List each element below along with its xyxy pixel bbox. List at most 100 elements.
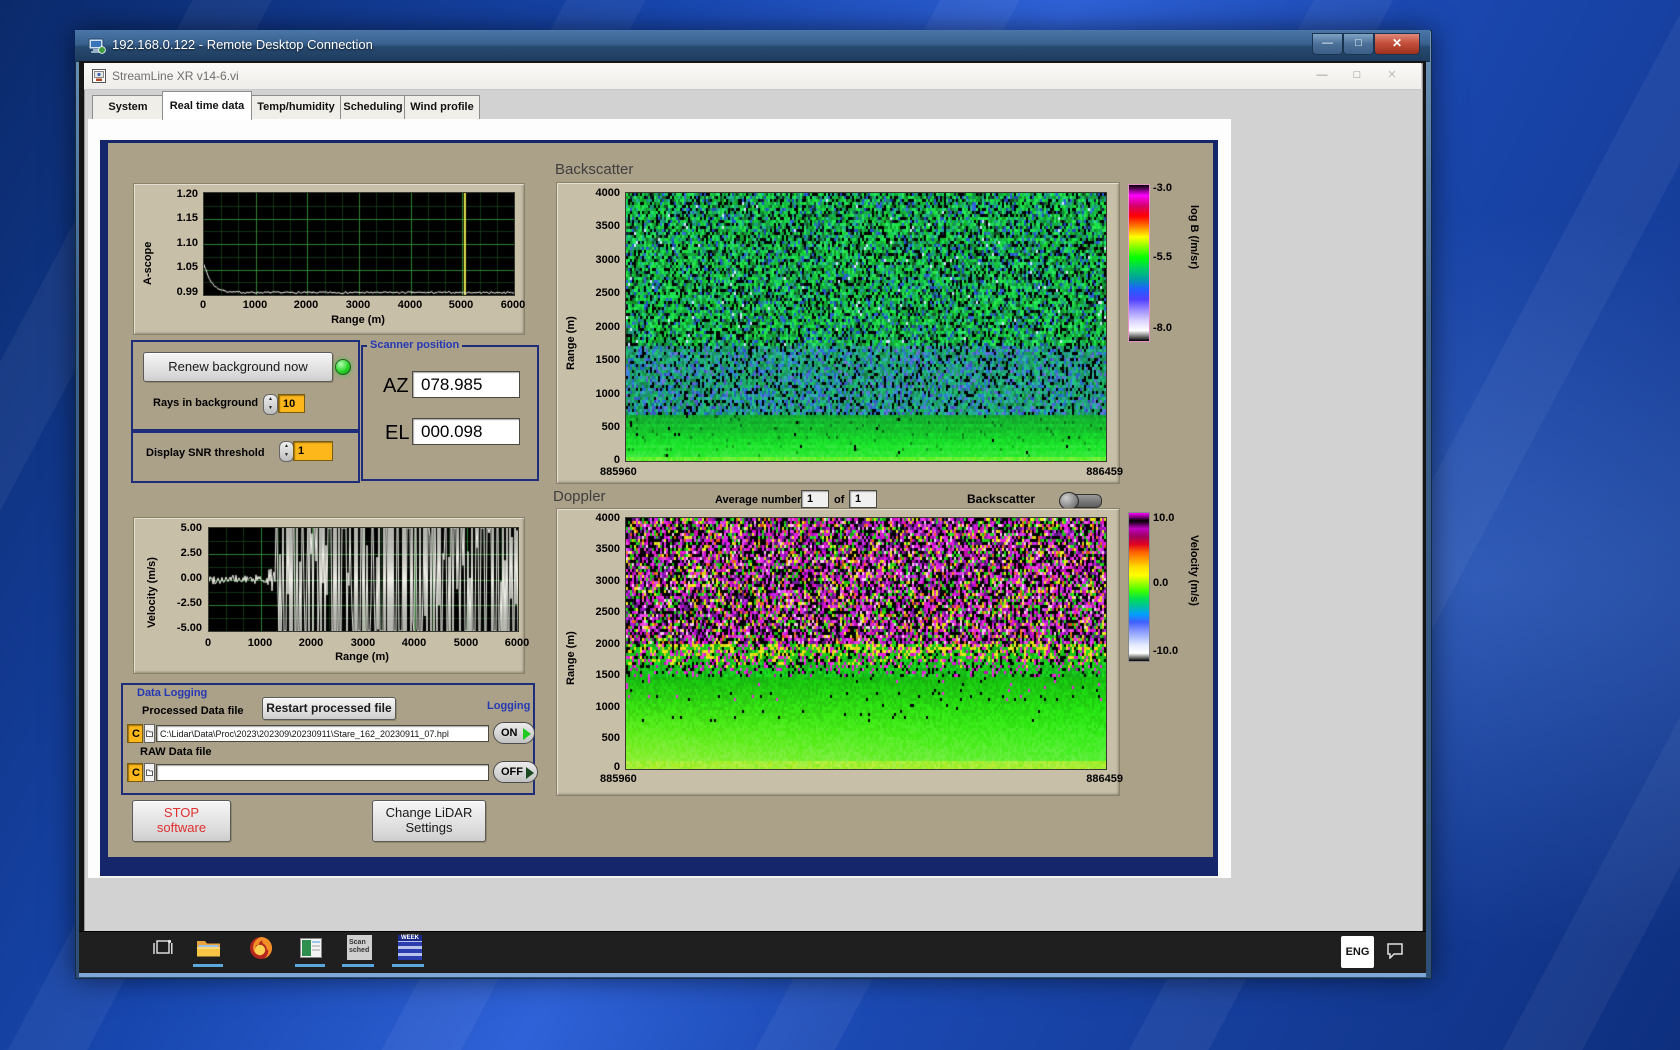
velocity-xtick: 2000 <box>298 637 324 649</box>
backscatter-ytick: 2000 <box>595 321 620 333</box>
doppler-ytick: 1000 <box>595 701 620 713</box>
ascope-ylabel: A-scope <box>142 241 154 285</box>
data-logging-title: Data Logging <box>137 687 208 699</box>
scan-icon-text1: Scan <box>349 939 366 946</box>
streamline-titlebar[interactable] <box>84 63 1421 90</box>
task-view-icon[interactable] <box>153 938 173 958</box>
backscatter-x-right: 886459 <box>1086 466 1123 478</box>
streamline-close-button[interactable]: ✕ <box>1377 66 1407 85</box>
processed-drive-button[interactable]: C <box>127 724 143 743</box>
doppler-ytick: 3500 <box>595 543 620 555</box>
velocity-xtick: 1000 <box>247 637 273 649</box>
doppler-ylabel: Range (m) <box>565 631 577 685</box>
raw-drive-button[interactable]: C <box>127 763 143 782</box>
backscatter-ytick: 0 <box>613 454 620 466</box>
tab-temp-humidity[interactable]: Temp/humidity <box>250 95 342 121</box>
change-lidar-settings-button[interactable]: Change LiDAR Settings <box>372 800 486 842</box>
change-button-line2: Settings <box>405 820 453 835</box>
snr-spinner[interactable]: ▲ ▼ <box>279 441 294 462</box>
of-label: of <box>834 494 845 506</box>
velocity-xtick: 3000 <box>350 637 376 649</box>
doppler-plot <box>625 517 1107 770</box>
processed-browse-button[interactable] <box>144 724 155 743</box>
backscatter-plot <box>625 192 1107 462</box>
velocity-ytick: 2.50 <box>180 547 202 559</box>
velocity-ylabel: Velocity (m/s) <box>146 557 158 628</box>
on-label: ON <box>501 727 518 739</box>
backscatter-cb-tick: -8.0 <box>1153 322 1172 334</box>
velocity-xtick: 0 <box>204 637 212 649</box>
panel-bottom-highlight <box>100 876 1218 878</box>
firefox-icon[interactable] <box>249 936 273 960</box>
scanner-position-box <box>361 345 539 481</box>
processed-path-field[interactable]: C:\Lidar\Data\Proc\2023\202309\20230911\… <box>156 725 489 742</box>
logging-label: Logging <box>487 700 531 712</box>
off-label: OFF <box>501 766 523 778</box>
backscatter-cb-tick: -5.5 <box>1153 251 1172 263</box>
raw-path-field[interactable] <box>156 764 489 781</box>
streamline-minimize-button[interactable]: — <box>1307 66 1337 85</box>
decrement-icon[interactable]: ▼ <box>268 405 273 411</box>
folder-browse-icon <box>146 730 153 737</box>
taskbar-running-indicator <box>342 964 374 967</box>
streamline-maximize-button[interactable]: □ <box>1342 66 1372 85</box>
tab-scheduling[interactable]: Scheduling <box>340 95 406 121</box>
doppler-ytick: 2500 <box>595 606 620 618</box>
raw-logging-toggle[interactable]: OFF <box>493 761 538 783</box>
week-schedule-icon[interactable]: WEEK <box>398 935 422 960</box>
backscatter-display-toggle[interactable] <box>1059 492 1102 510</box>
ascope-xtick: 0 <box>199 299 207 311</box>
backscatter-ytick: 1000 <box>595 388 620 400</box>
increment-icon[interactable]: ▲ <box>284 443 289 449</box>
increment-icon[interactable]: ▲ <box>268 396 273 402</box>
streamline-window-title: StreamLine XR v14-6.vi <box>112 69 239 83</box>
decrement-icon[interactable]: ▼ <box>284 452 289 458</box>
scan-scheduler-icon[interactable]: Scan sched <box>347 935 372 960</box>
velocity-xlabel: Range (m) <box>335 651 389 663</box>
toggle-arrow-icon <box>526 767 534 779</box>
notification-bubble-icon[interactable] <box>1386 942 1404 959</box>
raw-data-file-label: RAW Data file <box>140 746 212 758</box>
taskbar-running-indicator <box>392 964 424 967</box>
rays-value-field[interactable]: 10 <box>278 394 305 413</box>
ascope-xlabel: Range (m) <box>331 314 385 326</box>
raw-browse-button[interactable] <box>144 763 155 782</box>
restart-processed-file-button[interactable]: Restart processed file <box>262 697 396 720</box>
week-icon-text: WEEK <box>398 935 422 941</box>
ascope-ytick: 1.20 <box>176 188 198 200</box>
snr-value-field[interactable]: 1 <box>293 441 333 461</box>
doppler-ytick: 3000 <box>595 575 620 587</box>
processed-logging-toggle[interactable]: ON <box>493 722 535 744</box>
doppler-ytick: 500 <box>601 732 620 744</box>
backscatter-ytick: 4000 <box>595 187 620 199</box>
doppler-ytick: 2000 <box>595 638 620 650</box>
ascope-xtick: 1000 <box>242 299 268 311</box>
backscatter-ylabel: Range (m) <box>565 316 577 370</box>
doppler-x-right: 886459 <box>1086 773 1123 785</box>
doppler-colorbar <box>1128 512 1150 662</box>
file-explorer-icon[interactable] <box>196 937 221 959</box>
rdp-window-title: 192.168.0.122 - Remote Desktop Connectio… <box>112 37 373 52</box>
average-total-field[interactable]: 1 <box>849 490 877 508</box>
doppler-x-left: 885960 <box>600 773 637 785</box>
doppler-cb-tick: 10.0 <box>1153 512 1175 524</box>
tab-real-time-data[interactable]: Real time data <box>162 91 252 120</box>
tab-system-setup[interactable]: System setup <box>92 95 164 135</box>
ascope-xtick: 6000 <box>500 299 526 311</box>
backscatter-cb-tick: -3.0 <box>1153 182 1172 194</box>
rays-spinner[interactable]: ▲ ▼ <box>263 394 278 415</box>
tab-wind-profile[interactable]: Wind profile <box>404 95 480 121</box>
average-number-field[interactable]: 1 <box>801 490 829 508</box>
rdp-maximize-button[interactable]: □ <box>1343 33 1374 55</box>
snr-threshold-label: Display SNR threshold <box>146 447 265 459</box>
rdp-minimize-button[interactable]: — <box>1312 33 1343 55</box>
ascope-ytick: 1.05 <box>176 261 198 273</box>
running-app-icon[interactable] <box>300 938 322 958</box>
doppler-ytick: 0 <box>613 761 620 773</box>
stop-software-button[interactable]: STOP software <box>132 800 231 842</box>
el-value-field: 000.098 <box>412 418 520 445</box>
rdp-close-button[interactable]: ✕ <box>1374 33 1420 55</box>
renew-background-button[interactable]: Renew background now <box>143 352 333 382</box>
language-indicator[interactable]: ENG <box>1341 936 1374 968</box>
processed-data-file-label: Processed Data file <box>142 705 244 717</box>
